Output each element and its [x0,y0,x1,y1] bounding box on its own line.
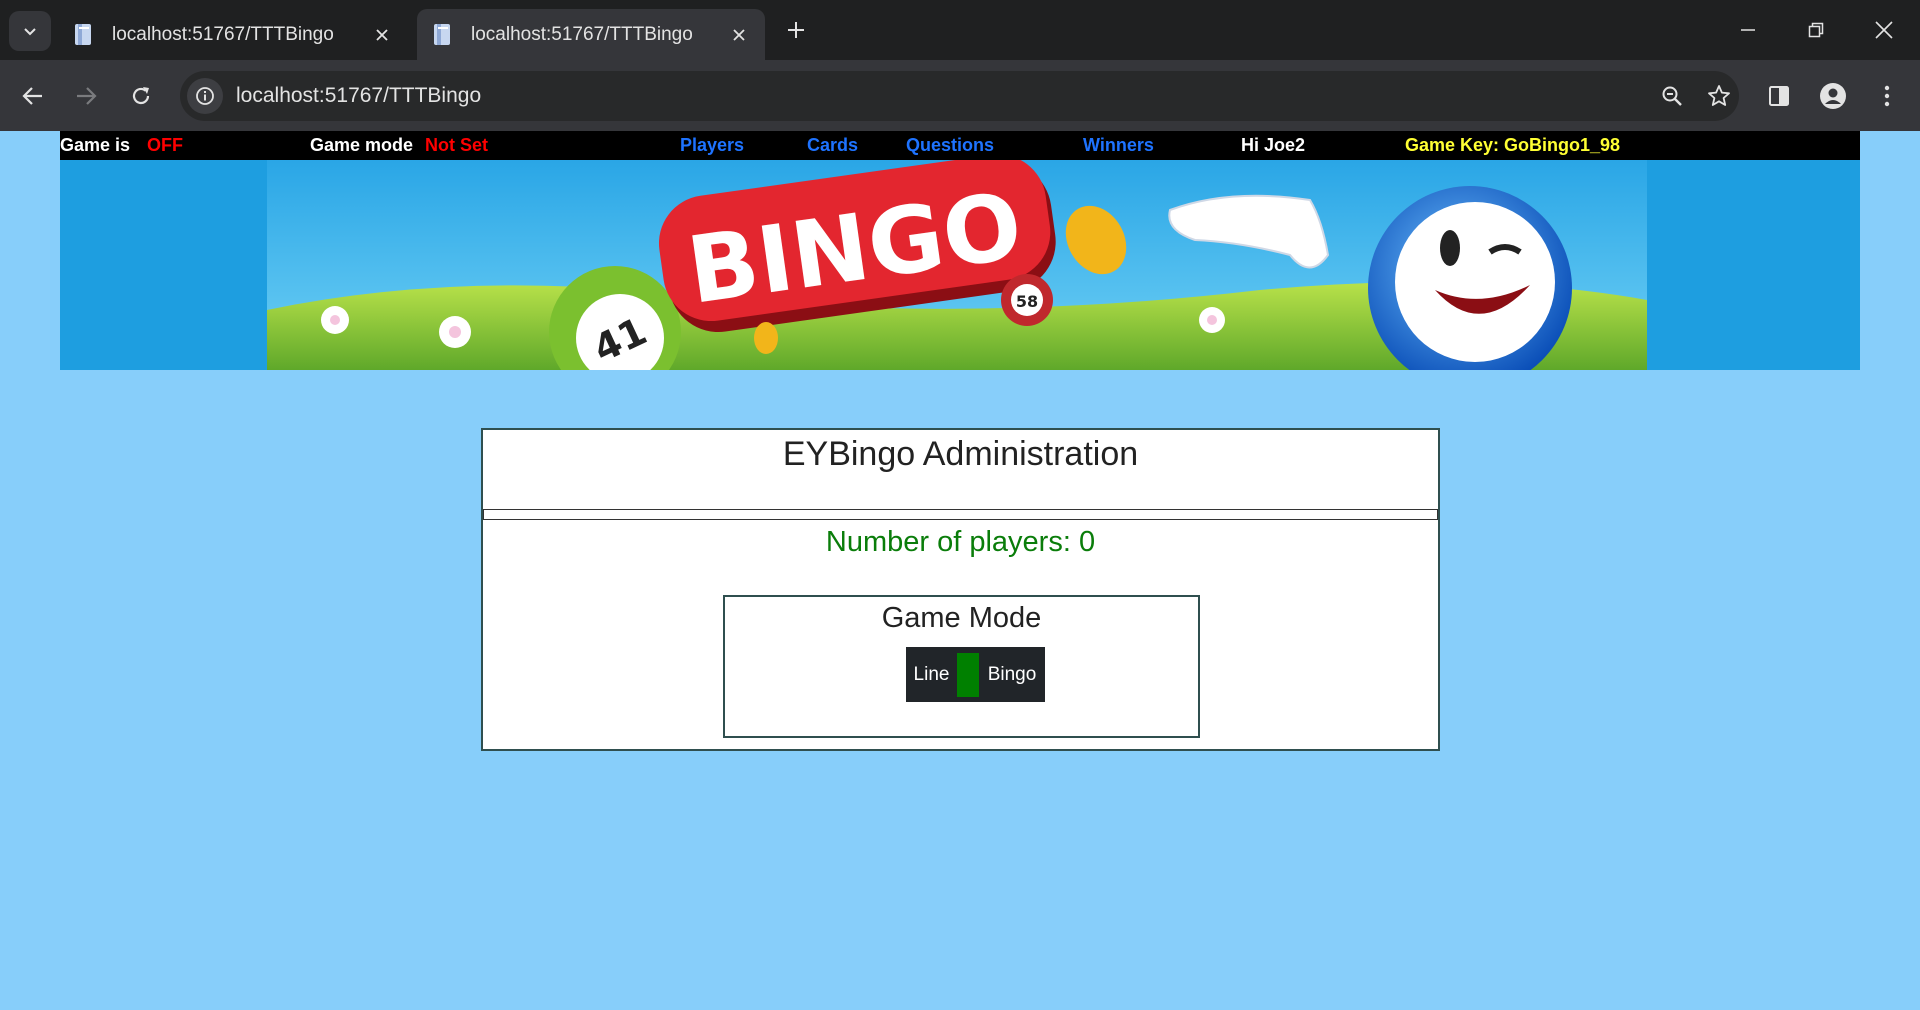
nav-link-winners[interactable]: Winners [1083,131,1154,160]
url-text: localhost:51767/TTTBingo [236,84,482,107]
game-key: Game Key: GoBingo1_98 [1405,135,1621,155]
close-tab-icon[interactable] [725,21,753,49]
mode-option-bingo[interactable]: Bingo [979,664,1045,686]
forward-arrow-icon[interactable] [66,76,106,116]
game-status-value: OFF [147,135,183,155]
zoom-icon[interactable] [1654,78,1690,114]
user-greeting: Hi Joe2 [1241,135,1306,155]
tab-title: localhost:51767/TTTBingo [471,23,693,45]
address-bar[interactable]: localhost:51767/TTTBingo [180,71,1739,121]
bingo-ball-58: 58 [1001,274,1053,326]
admin-title: EYBingo Administration [782,435,1139,473]
game-mode-value: Not Set [425,135,488,155]
browser-tab-1[interactable]: localhost:51767/TTTBingo [58,9,408,60]
browser-tabstrip: localhost:51767/TTTBingo localhost:51767… [0,0,1920,60]
game-mode-title: Game Mode [881,602,1042,634]
browser-tab-2[interactable]: localhost:51767/TTTBingo [417,9,765,60]
nav-link-cards[interactable]: Cards [807,131,858,160]
chevron-down-icon [24,28,36,36]
browser-toolbar: localhost:51767/TTTBingo [0,60,1920,131]
bingo-banner-image: 41 BINGO 58 [60,160,1860,370]
site-info-icon[interactable] [187,78,223,114]
toggle-knob[interactable] [957,652,979,697]
mode-option-line[interactable]: Line [906,664,957,686]
svg-text:58: 58 [1016,292,1038,311]
game-status-bar: Game is OFF Game mode Not Set Players Ca… [60,131,1860,160]
tab-title: localhost:51767/TTTBingo [112,23,334,45]
nav-link-players[interactable]: Players [680,131,744,160]
admin-panel: EYBingo Administration Number of players… [481,428,1440,751]
restore-icon[interactable] [1782,0,1850,60]
nav-link-questions[interactable]: Questions [906,131,994,160]
game-mode-panel: Game Mode Line Bingo [723,595,1200,738]
game-mode-toggle[interactable]: Line Bingo [906,647,1045,702]
page-favicon-icon [72,22,96,48]
game-is-label: Game is [60,135,131,155]
game-mode-label: Game mode [310,135,414,155]
close-tab-icon[interactable] [368,21,396,49]
reload-icon[interactable] [121,76,161,116]
new-tab-icon[interactable] [779,13,813,47]
page-favicon-icon [431,22,455,48]
side-panel-icon[interactable] [1759,76,1799,116]
back-arrow-icon[interactable] [13,76,53,116]
more-menu-icon[interactable] [1867,76,1907,116]
bookmark-star-icon[interactable] [1701,78,1737,114]
close-window-icon[interactable] [1850,0,1918,60]
minimize-icon[interactable] [1714,0,1782,60]
admin-divider [483,509,1438,520]
players-count: Number of players: 0 [825,526,1096,558]
tab-search-button[interactable] [9,11,51,51]
profile-avatar-icon[interactable] [1813,76,1853,116]
